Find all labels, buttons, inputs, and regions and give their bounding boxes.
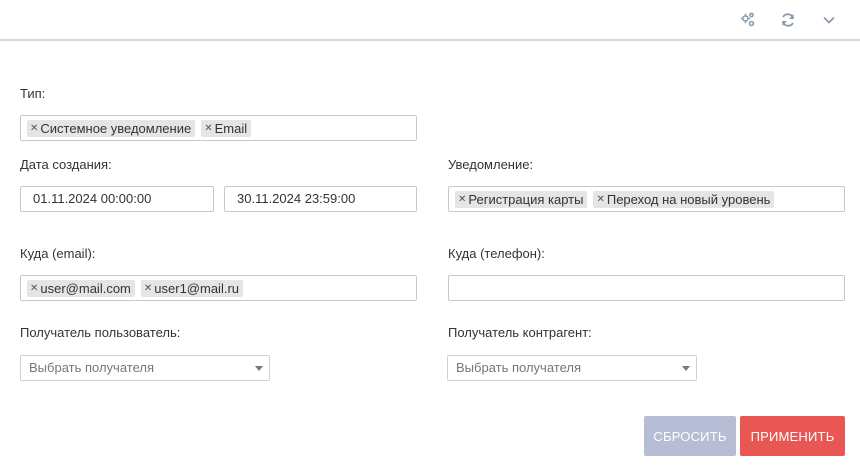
type-label: Тип: [20,86,46,101]
to-phone-input[interactable] [448,275,845,301]
caret-down-icon [255,366,263,371]
recipient-contractor-label: Получатель контрагент: [448,325,592,340]
notification-label: Уведомление: [448,157,534,172]
type-tag: ✕ Email [201,119,252,137]
notification-tag: ✕ Регистрация карты [455,190,588,208]
chevron-down-icon[interactable] [820,11,838,29]
type-multiselect[interactable]: ✕ Системное уведомление ✕ Email [20,115,417,141]
notification-tag: ✕ Переход на новый уровень [593,190,775,208]
reset-button[interactable]: СБРОСИТЬ [644,416,736,456]
to-email-label: Куда (email): [20,246,96,261]
recipient-user-placeholder: Выбрать получателя [29,360,154,375]
refresh-icon[interactable] [779,11,797,29]
created-date-label: Дата создания: [20,157,112,172]
date-to-input[interactable]: 30.11.2024 23:59:00 [224,186,417,212]
filter-toolbar [0,0,860,41]
type-tag: ✕ Системное уведомление [27,119,196,137]
close-icon[interactable]: ✕ [144,283,152,294]
date-from-input[interactable]: 01.11.2024 00:00:00 [20,186,214,212]
close-icon[interactable]: ✕ [30,283,38,294]
date-to-value: 30.11.2024 23:59:00 [237,191,356,206]
apply-button[interactable]: ПРИМЕНИТЬ [740,416,845,456]
recipient-user-label: Получатель пользователь: [20,325,181,340]
recipient-user-select[interactable]: Выбрать получателя [20,355,270,381]
to-phone-label: Куда (телефон): [448,246,545,261]
close-icon[interactable]: ✕ [458,194,466,205]
recipient-contractor-placeholder: Выбрать получателя [456,360,581,375]
email-tag: ✕ user1@mail.ru [140,279,244,297]
close-icon[interactable]: ✕ [596,194,604,205]
date-from-value: 01.11.2024 00:00:00 [33,191,152,206]
caret-down-icon [682,366,690,371]
close-icon[interactable]: ✕ [30,123,38,134]
recipient-contractor-select[interactable]: Выбрать получателя [447,355,697,381]
notification-multiselect[interactable]: ✕ Регистрация карты ✕ Переход на новый у… [448,186,845,212]
to-email-multiselect[interactable]: ✕ user@mail.com ✕ user1@mail.ru [20,275,417,301]
close-icon[interactable]: ✕ [204,123,212,134]
cogs-icon[interactable] [739,11,757,29]
email-tag: ✕ user@mail.com [27,279,135,297]
